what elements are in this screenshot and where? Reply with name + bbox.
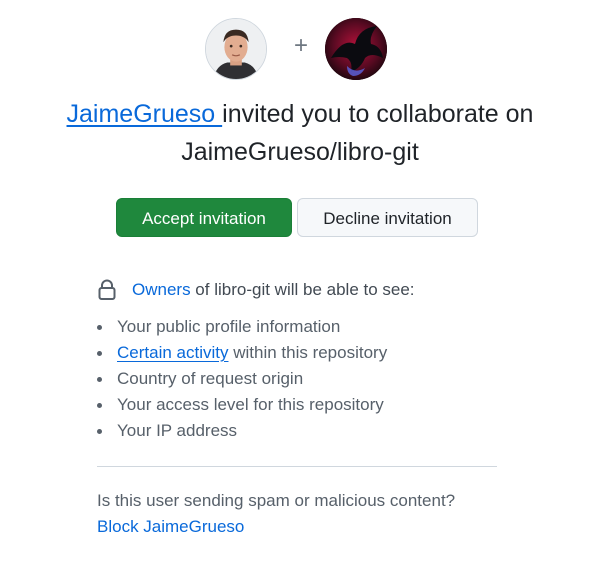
inviter-username-link[interactable]: JaimeGrueso: [67, 100, 223, 128]
bullet-icon: [97, 325, 102, 330]
invitation-title: JaimeGrueso invited you to collaborate o…: [20, 95, 580, 171]
bullet-icon: [97, 377, 102, 382]
list-item-text: Your IP address: [117, 421, 238, 440]
invitation-text: invited you to collaborate on: [222, 100, 534, 128]
plus-icon: +: [293, 32, 308, 59]
list-item: Certain activity within this repository: [97, 341, 517, 367]
owners-text: Owners of libro-git will be able to see:: [132, 279, 415, 301]
repository-owner-avatar[interactable]: [325, 18, 387, 80]
repository-name: JaimeGrueso/libro-git: [181, 138, 419, 166]
list-item: Your public profile information: [97, 315, 517, 341]
list-item-text: Your public profile information: [117, 317, 341, 336]
bullet-icon: [97, 351, 102, 356]
visible-information-list: Your public profile information Certain …: [97, 315, 517, 445]
block-user-link[interactable]: Block JaimeGrueso: [97, 516, 244, 538]
list-item: Country of request origin: [97, 367, 517, 393]
accept-invitation-button[interactable]: Accept invitation: [116, 198, 292, 237]
owners-link[interactable]: Owners: [132, 280, 191, 299]
list-item: Your access level for this repository: [97, 393, 517, 419]
owners-suffix: of libro-git will be able to see:: [190, 280, 415, 299]
spam-question: Is this user sending spam or malicious c…: [97, 491, 456, 510]
certain-activity-link[interactable]: Certain activity: [117, 343, 228, 362]
list-item-text: Your access level for this repository: [117, 395, 384, 414]
inviter-avatar[interactable]: [205, 18, 267, 80]
list-item-text: Country of request origin: [117, 369, 304, 388]
owners-visibility-notice: Owners of libro-git will be able to see:: [97, 279, 517, 301]
decline-invitation-button[interactable]: Decline invitation: [297, 198, 478, 237]
repository-avatar-image: [325, 18, 387, 80]
inviter-avatar-image: [206, 19, 266, 79]
bullet-icon: [97, 403, 102, 408]
list-item: Your IP address: [97, 419, 517, 445]
lock-icon: [97, 279, 117, 301]
list-item-text: within this repository: [228, 343, 388, 362]
divider: [97, 466, 497, 467]
bullet-icon: [97, 429, 102, 434]
